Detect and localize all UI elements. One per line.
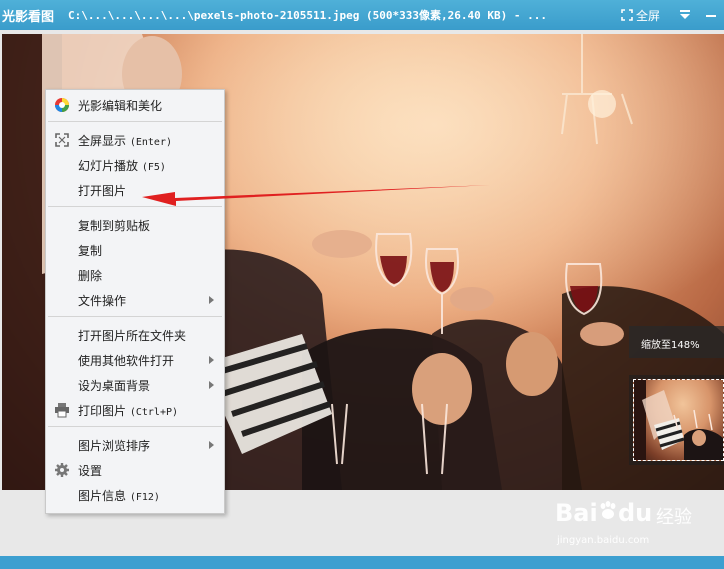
menu-separator (48, 316, 222, 317)
menu-item-label: 图片浏览排序 (78, 439, 151, 453)
menu-separator (48, 426, 222, 427)
menu-item-label: 设为桌面背景 (78, 379, 151, 393)
fullscreen-icon (55, 133, 69, 147)
menu-item-slideshow[interactable]: 幻灯片播放 (F5) (46, 153, 224, 177)
title-bar: 光影看图 C:\...\...\...\...\pexels-photo-210… (0, 0, 724, 30)
menu-item-shortcut: (F12) (129, 492, 160, 503)
menu-separator (48, 206, 222, 207)
menu-item-label: 打开图片所在文件夹 (78, 329, 187, 343)
menu-item-label: 设置 (78, 464, 103, 478)
gear-icon (55, 463, 69, 477)
watermark-url: jingyan.baidu.com (557, 535, 650, 546)
submenu-arrow-icon (209, 296, 214, 304)
bottom-toolbar (0, 556, 724, 569)
navigator-viewport[interactable] (633, 379, 724, 461)
minimize-icon (706, 15, 716, 17)
menu-item-label: 图片信息 (78, 489, 127, 503)
submenu-arrow-icon (209, 381, 214, 389)
menu-separator (48, 121, 222, 122)
minimize-button[interactable] (698, 0, 724, 30)
menu-item-label: 删除 (78, 269, 103, 283)
watermark-brand-du: du (618, 499, 653, 527)
menu-item-image-info[interactable]: 图片信息 (F12) (46, 483, 224, 507)
submenu-arrow-icon (209, 441, 214, 449)
menu-item-shortcut: (Ctrl+P) (129, 407, 179, 418)
fullscreen-icon (621, 9, 633, 21)
app-name: 光影看图 (2, 9, 55, 25)
menu-item-copy[interactable]: 复制 (46, 238, 224, 262)
menu-item-set-wallpaper[interactable]: 设为桌面背景 (46, 373, 224, 397)
menu-item-settings[interactable]: 设置 (46, 458, 224, 482)
menu-item-label: 使用其他软件打开 (78, 354, 175, 368)
menu-item-fullscreen[interactable]: 全屏显示 (Enter) (46, 128, 224, 152)
fullscreen-label: 全屏 (635, 8, 660, 23)
printer-icon (55, 403, 69, 418)
menu-item-delete[interactable]: 删除 (46, 263, 224, 287)
menu-item-copy-to-clipboard[interactable]: 复制到剪贴板 (46, 213, 224, 237)
paw-icon (600, 501, 616, 519)
menu-item-label: 文件操作 (78, 294, 127, 308)
color-wheel-icon (55, 98, 69, 112)
menu-dropdown-button[interactable] (672, 0, 698, 30)
menu-item-label: 打开图片 (78, 184, 127, 198)
context-menu: 光影编辑和美化 全屏显示 (Enter) 幻灯片播放 (F5) 打开图片 复制到… (45, 89, 225, 514)
fullscreen-button[interactable]: 全屏 (621, 7, 660, 24)
menu-item-shortcut: (Enter) (129, 137, 172, 148)
menu-item-shortcut: (F5) (141, 162, 166, 173)
menu-item-sort[interactable]: 图片浏览排序 (46, 433, 224, 457)
watermark-suffix: 经验 (656, 507, 692, 528)
menu-item-open-image[interactable]: 打开图片 (46, 178, 224, 202)
menu-item-label: 全屏显示 (78, 134, 127, 148)
menu-item-open-folder[interactable]: 打开图片所在文件夹 (46, 323, 224, 347)
menu-item-label: 打印图片 (78, 404, 127, 418)
window-title: C:\...\...\...\...\pexels-photo-2105511.… (68, 9, 547, 22)
menu-item-file-operations[interactable]: 文件操作 (46, 288, 224, 312)
menu-item-label: 光影编辑和美化 (78, 99, 163, 113)
menu-item-label: 幻灯片播放 (78, 159, 139, 173)
menu-item-print[interactable]: 打印图片 (Ctrl+P) (46, 398, 224, 422)
chevron-down-icon (680, 10, 690, 19)
menu-item-label: 复制到剪贴板 (78, 219, 151, 233)
zoom-level-label: 缩放至148% (629, 326, 724, 358)
navigator-thumbnail (634, 380, 723, 460)
menu-item-label: 复制 (78, 244, 103, 258)
menu-item-open-with[interactable]: 使用其他软件打开 (46, 348, 224, 372)
submenu-arrow-icon (209, 356, 214, 364)
menu-item-edit-beautify[interactable]: 光影编辑和美化 (46, 93, 224, 117)
baidu-watermark: Bai du 经验 jingyan.baidu.com (555, 495, 715, 555)
navigator-panel[interactable] (629, 375, 724, 465)
watermark-brand: Bai (555, 499, 598, 527)
